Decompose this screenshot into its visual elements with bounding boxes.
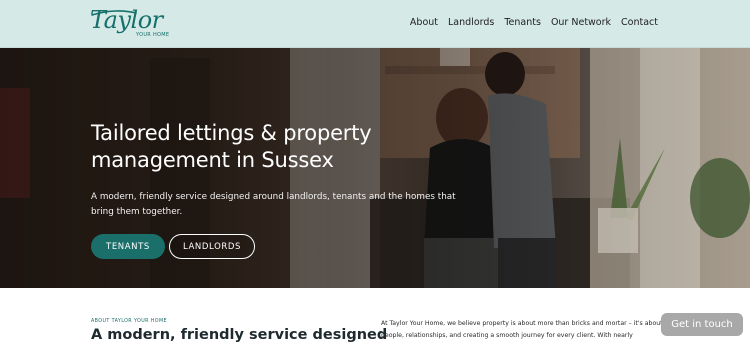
nav-our-network[interactable]: Our Network bbox=[551, 17, 611, 28]
nav-about[interactable]: About bbox=[410, 17, 438, 28]
site-header: Taylor YOUR HOME About Landlords Tenants… bbox=[0, 0, 750, 48]
logo[interactable]: Taylor YOUR HOME bbox=[90, 6, 170, 42]
nav-landlords[interactable]: Landlords bbox=[448, 17, 494, 28]
get-in-touch-button[interactable]: Get in touch bbox=[661, 313, 743, 336]
about-title: A modern, friendly service designed bbox=[91, 327, 388, 342]
nav-tenants[interactable]: Tenants bbox=[504, 17, 541, 28]
about-text: At Taylor Your Home, we believe property… bbox=[381, 320, 663, 339]
about-eyebrow: ABOUT TAYLOR YOUR HOME bbox=[91, 319, 167, 324]
hero-subtitle: A modern, friendly service designed arou… bbox=[91, 192, 456, 217]
nav-contact[interactable]: Contact bbox=[621, 17, 658, 28]
main-nav: About Landlords Tenants Our Network Cont… bbox=[410, 17, 658, 28]
hero-banner: Tailored lettings & property management … bbox=[0, 48, 750, 288]
landlords-button[interactable]: LANDLORDS bbox=[169, 234, 255, 259]
logo-tagline: YOUR HOME bbox=[136, 32, 170, 38]
logo-wordmark: Taylor bbox=[90, 6, 163, 34]
tenants-button[interactable]: TENANTS bbox=[91, 234, 165, 259]
hero-title: Tailored lettings & property management … bbox=[91, 121, 372, 172]
